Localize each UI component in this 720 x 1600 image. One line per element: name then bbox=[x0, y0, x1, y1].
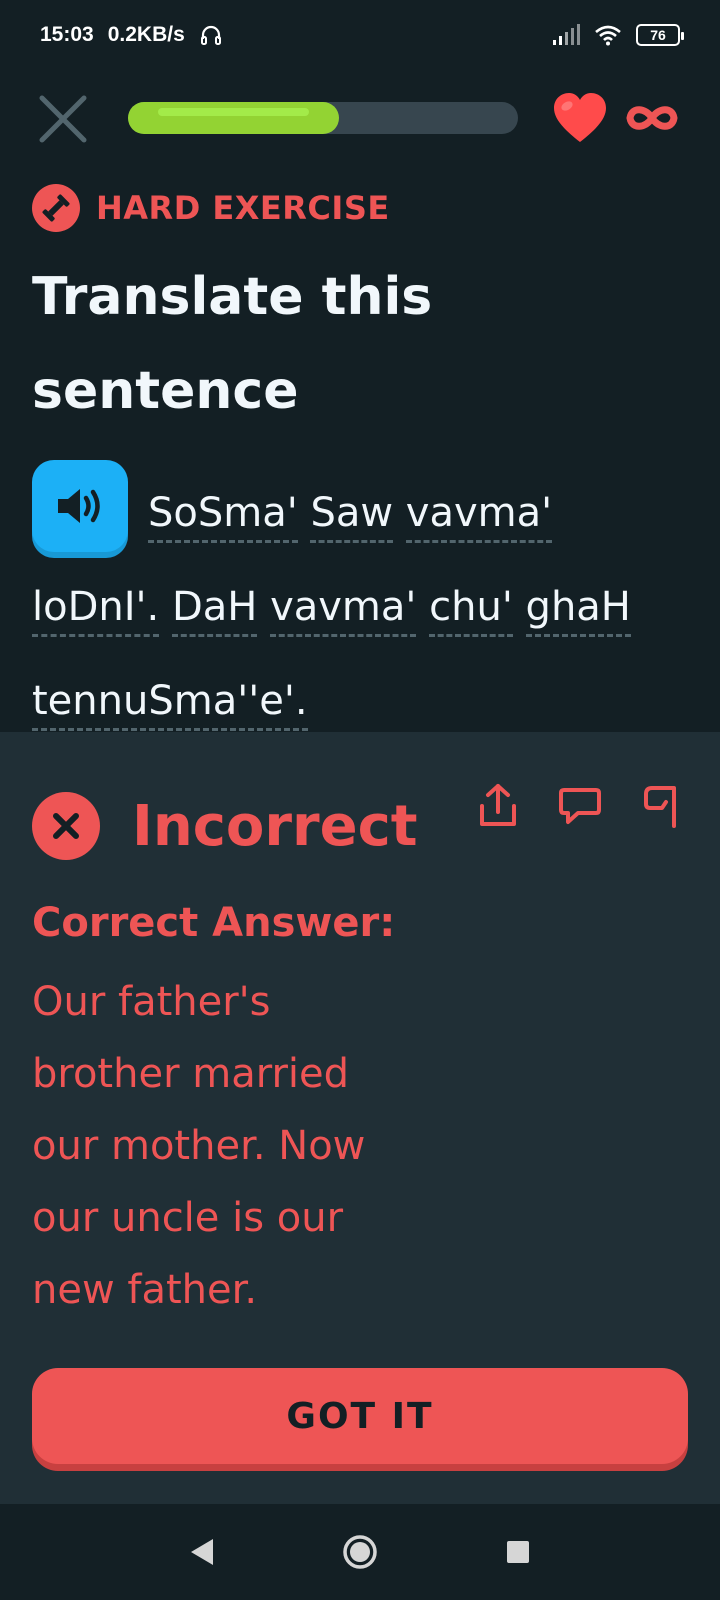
share-icon[interactable] bbox=[476, 782, 520, 830]
system-nav-bar bbox=[0, 1504, 720, 1600]
comment-icon[interactable] bbox=[558, 782, 602, 830]
status-bar: 15:03 0.2KB/s 76 bbox=[0, 0, 720, 70]
sentence-word[interactable]: loDnI'. bbox=[32, 584, 160, 637]
heart-icon[interactable] bbox=[552, 92, 608, 144]
x-circle-icon bbox=[53, 813, 79, 839]
network-speed: 0.2KB/s bbox=[107, 23, 185, 46]
nav-home-button[interactable] bbox=[340, 1532, 380, 1572]
status-right: 76 bbox=[552, 24, 684, 46]
got-it-button[interactable]: GOT IT bbox=[32, 1368, 688, 1464]
incorrect-row: Incorrect bbox=[32, 792, 418, 860]
dumbbell-icon bbox=[42, 194, 70, 222]
feedback-panel: Incorrect Correct Answer: Our father's b… bbox=[0, 732, 720, 1504]
nav-recents-button[interactable] bbox=[498, 1532, 538, 1572]
hard-exercise-label: HARD EXERCISE bbox=[96, 189, 390, 227]
close-icon[interactable] bbox=[36, 92, 90, 146]
prompt-sentence: SoSma' Saw vavma' loDnI'. DaH vavma' chu… bbox=[32, 466, 682, 748]
feedback-actions bbox=[476, 782, 684, 830]
status-left: 15:03 0.2KB/s bbox=[40, 23, 223, 47]
correct-answer-text: Our father's brother married our mother.… bbox=[32, 979, 366, 1313]
sentence-word[interactable]: vavma' bbox=[405, 490, 553, 543]
sentence-word[interactable]: ghaH bbox=[525, 584, 631, 637]
nav-back-button[interactable] bbox=[182, 1532, 222, 1572]
sentence-word[interactable]: DaH bbox=[171, 584, 258, 637]
sentence-word[interactable]: vavma' bbox=[270, 584, 417, 637]
lesson-header bbox=[0, 86, 720, 152]
infinity-icon bbox=[626, 106, 678, 130]
recents-square-icon bbox=[507, 1541, 529, 1563]
signal-icon bbox=[553, 24, 580, 45]
headphones-icon bbox=[200, 25, 221, 45]
status-time: 15:03 bbox=[40, 23, 94, 46]
lesson-progress-bar bbox=[128, 102, 518, 134]
incorrect-badge bbox=[32, 792, 100, 860]
dumbbell-badge bbox=[32, 184, 80, 232]
result-status: Incorrect bbox=[132, 793, 418, 859]
sentence-word[interactable]: tennuSma''e'. bbox=[32, 678, 308, 731]
progress-shine bbox=[158, 108, 309, 116]
battery-level: 76 bbox=[650, 27, 666, 43]
wifi-icon bbox=[595, 25, 621, 46]
sentence-word[interactable]: chu' bbox=[429, 584, 513, 637]
back-triangle-icon bbox=[191, 1539, 213, 1565]
home-circle-icon bbox=[343, 1535, 377, 1569]
hard-exercise-row: HARD EXERCISE bbox=[32, 184, 390, 232]
sentence-word[interactable]: Saw bbox=[310, 490, 394, 543]
sentence-word[interactable]: SoSma' bbox=[148, 490, 298, 543]
flag-icon[interactable] bbox=[640, 782, 684, 830]
correct-answer-label: Correct Answer: bbox=[32, 900, 396, 946]
page-title: Translate this sentence bbox=[32, 267, 433, 421]
battery-indicator: 76 bbox=[636, 24, 684, 46]
progress-fill bbox=[128, 102, 339, 134]
